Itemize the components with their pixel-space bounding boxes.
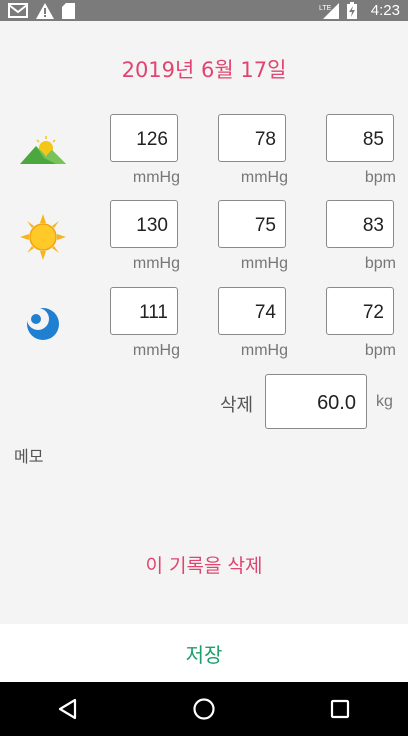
lte-signal-icon: LTE (319, 2, 339, 19)
status-bar: LTE 4:23 (0, 0, 408, 21)
memo-label: 메모 (14, 447, 44, 466)
pulse-unit: bpm (364, 169, 396, 186)
sd-card-icon (62, 2, 75, 19)
diastolic-unit: mmHg (240, 342, 288, 359)
weight-label: 삭제 (220, 395, 254, 416)
diastolic-unit: mmHg (240, 169, 288, 186)
reading-row-night: 111 74 72 mmHg mmHg bpm (0, 287, 408, 361)
systolic-unit: mmHg (132, 169, 180, 186)
diastolic-input[interactable]: 78 (218, 114, 286, 162)
delete-record-button[interactable]: 이 기록을 삭제 (0, 551, 408, 578)
reading-row-morning: 126 78 85 mmHg mmHg bpm (0, 114, 408, 188)
weight-input[interactable]: 60.0 (265, 374, 367, 429)
status-time: 4:23 (370, 2, 400, 19)
systolic-unit: mmHg (132, 342, 180, 359)
recents-icon (330, 699, 350, 719)
systolic-input[interactable]: 130 (110, 200, 178, 248)
diastolic-unit: mmHg (240, 255, 288, 272)
weight-unit: kg (376, 393, 393, 410)
systolic-input[interactable]: 111 (110, 287, 178, 335)
reading-row-day: 130 75 83 mmHg mmHg bpm (0, 200, 408, 274)
back-button[interactable] (38, 682, 98, 736)
systolic-input[interactable]: 126 (110, 114, 178, 162)
back-icon (58, 698, 77, 720)
systolic-unit: mmHg (132, 255, 180, 272)
system-nav-bar (0, 682, 408, 736)
mail-icon (8, 3, 28, 18)
moon-icon (27, 308, 59, 340)
diastolic-input[interactable]: 74 (218, 287, 286, 335)
recents-button[interactable] (310, 682, 370, 736)
warning-icon (36, 2, 54, 19)
home-button[interactable] (174, 682, 234, 736)
pulse-unit: bpm (364, 342, 396, 359)
save-label: 저장 (185, 642, 223, 667)
save-button[interactable]: 저장 (0, 624, 408, 682)
pulse-input[interactable]: 83 (326, 200, 394, 248)
diastolic-input[interactable]: 75 (218, 200, 286, 248)
morning-mountain-icon (20, 136, 66, 164)
svg-text:LTE: LTE (319, 5, 332, 12)
home-icon (193, 698, 215, 720)
sun-icon (20, 214, 66, 260)
pulse-unit: bpm (364, 255, 396, 272)
record-date[interactable]: 2019년 6월 17일 (0, 54, 408, 84)
pulse-input[interactable]: 85 (326, 114, 394, 162)
battery-charging-icon (346, 2, 357, 19)
pulse-input[interactable]: 72 (326, 287, 394, 335)
